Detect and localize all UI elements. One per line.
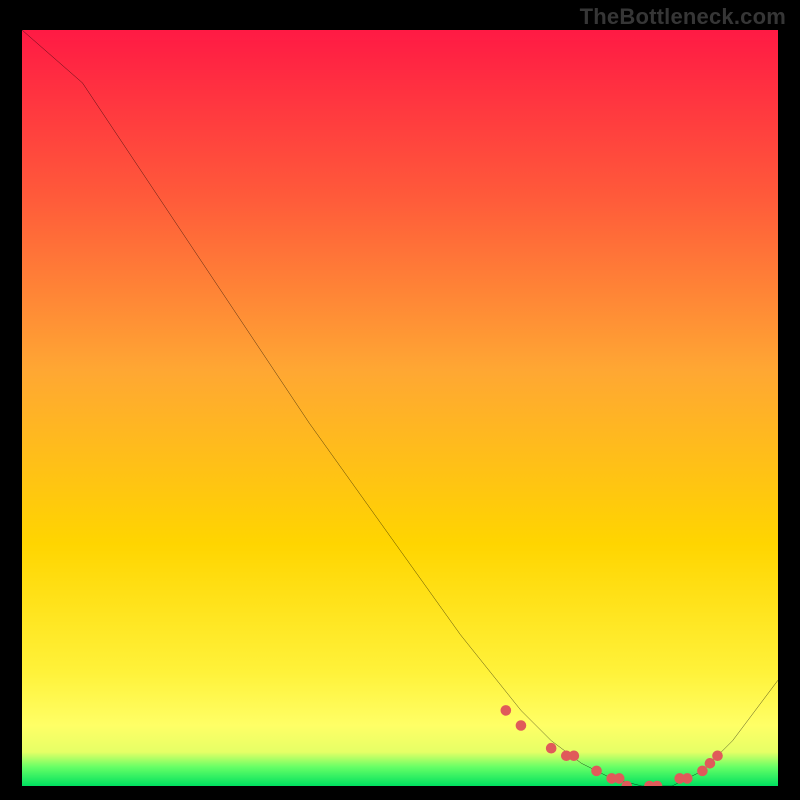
- marker-dot: [591, 766, 602, 777]
- gradient-background: [22, 30, 778, 786]
- marker-dot: [682, 773, 693, 784]
- marker-dot: [501, 705, 512, 716]
- marker-dot: [569, 750, 580, 761]
- marker-dot: [697, 766, 708, 777]
- attribution-label: TheBottleneck.com: [580, 4, 786, 30]
- chart-container: TheBottleneck.com: [0, 0, 800, 800]
- marker-dot: [614, 773, 625, 784]
- bottleneck-chart: [22, 30, 778, 786]
- marker-dot: [546, 743, 557, 754]
- marker-dot: [712, 750, 723, 761]
- marker-dot: [705, 758, 716, 769]
- marker-dot: [516, 720, 527, 731]
